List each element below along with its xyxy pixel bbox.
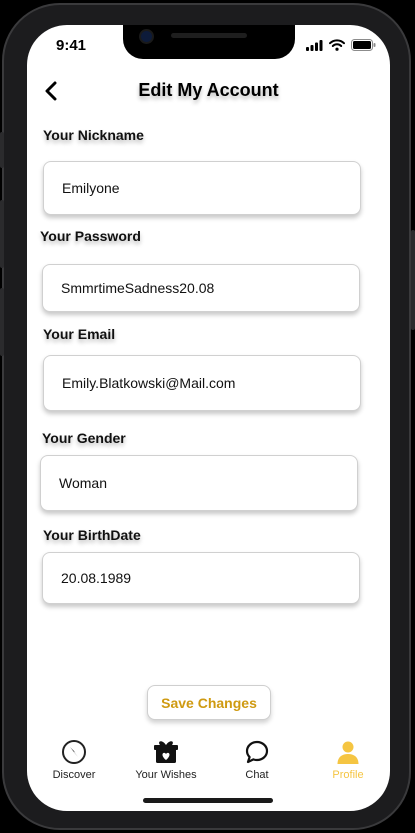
tab-discover[interactable]: Discover [29,737,119,781]
status-time: 9:41 [56,37,87,54]
compass-icon [62,740,86,764]
tab-profile-label: Profile [332,769,364,781]
status-icons [306,39,376,51]
save-changes-button[interactable]: Save Changes [147,685,271,720]
nickname-field[interactable]: Emilyone [43,161,361,215]
notch [123,25,295,59]
front-camera [139,29,154,44]
home-indicator [143,798,273,803]
password-field[interactable]: SmmrtimeSadness20.08 [42,264,360,312]
power-button [411,230,415,330]
gender-field[interactable]: Woman [40,455,358,511]
nickname-label: Your Nickname [43,127,144,143]
header: Edit My Account [27,77,390,107]
tab-your-wishes[interactable]: Your Wishes [121,737,211,781]
page-title: Edit My Account [138,80,279,100]
email-field[interactable]: Emily.Blatkowski@Mail.com [43,355,361,411]
wifi-icon [329,39,345,51]
volume-up-button [0,200,4,268]
gender-label: Your Gender [42,430,126,446]
app-screen: 9:41 Edit My Account Your Nickname Emily… [27,25,390,811]
email-label: Your Email [43,326,116,342]
chat-bubble-icon [245,740,269,764]
birthdate-label: Your BirthDate [43,527,141,543]
tab-chat-label: Chat [245,769,269,781]
volume-down-button [0,288,4,356]
person-icon [337,741,359,764]
birthdate-field[interactable]: 20.08.1989 [42,552,360,604]
password-label: Your Password [40,228,141,244]
tab-chat[interactable]: Chat [212,737,302,781]
gift-box-icon [154,741,178,763]
battery-icon [351,39,376,51]
silent-switch [0,132,4,168]
cellular-signal-icon [306,39,323,51]
bottom-tab-bar: Discover Your Wishes Chat Profile [27,737,390,787]
speaker [171,33,247,38]
tab-discover-label: Discover [52,769,96,781]
tab-profile[interactable]: Profile [303,737,390,781]
tab-your-wishes-label: Your Wishes [135,769,197,781]
